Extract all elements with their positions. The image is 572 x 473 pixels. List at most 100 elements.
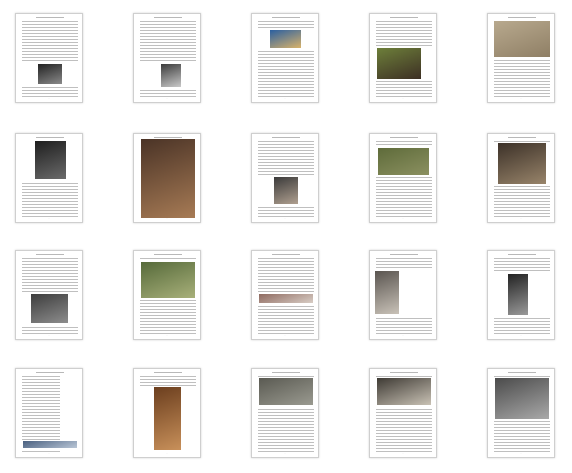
text-line	[376, 198, 432, 199]
text-line	[258, 60, 314, 61]
text-line	[258, 81, 314, 82]
page-photo	[154, 387, 181, 450]
page-number-mark: ·	[166, 96, 168, 100]
page-thumbnail[interactable]: ·	[15, 250, 83, 340]
text-line	[258, 412, 314, 413]
text-line	[22, 391, 60, 392]
text-line	[258, 57, 314, 58]
text-line	[258, 144, 314, 145]
page-number-mark: ·	[520, 96, 522, 100]
page-thumbnail[interactable]: ·	[15, 368, 83, 458]
text-line	[376, 264, 432, 265]
text-line	[140, 39, 196, 40]
text-line	[376, 376, 432, 377]
text-line	[376, 201, 432, 202]
text-line	[376, 33, 432, 34]
text-line	[258, 93, 314, 94]
text-line	[258, 78, 314, 79]
page-thumbnail[interactable]: ·	[487, 133, 555, 223]
page-photo	[378, 148, 429, 175]
text-line	[258, 213, 314, 214]
text-line	[22, 27, 78, 28]
page-thumbnail[interactable]: ·	[251, 368, 319, 458]
page-thumbnail[interactable]: ·	[133, 13, 201, 103]
text-line	[140, 90, 196, 91]
page-header-line	[36, 254, 64, 255]
page-thumbnail[interactable]: ·	[369, 250, 437, 340]
text-line	[494, 207, 550, 208]
text-line	[494, 433, 550, 434]
page-thumbnail[interactable]: ·	[251, 250, 319, 340]
page-header-line	[508, 372, 536, 373]
text-line	[376, 177, 432, 178]
text-line	[376, 141, 432, 142]
page-thumbnail[interactable]: ·	[15, 13, 83, 103]
page-thumbnail[interactable]: ·	[487, 13, 555, 103]
page-thumbnail[interactable]: ·	[133, 368, 201, 458]
text-line	[376, 421, 432, 422]
text-line	[494, 318, 550, 319]
text-line	[258, 276, 314, 277]
text-line	[22, 379, 60, 380]
text-line	[258, 427, 314, 428]
text-line	[258, 288, 314, 289]
text-line	[258, 376, 314, 377]
text-line	[22, 388, 60, 389]
text-line	[258, 270, 314, 271]
page-thumbnail[interactable]: ·	[369, 13, 437, 103]
page-thumbnail[interactable]: ·	[369, 133, 437, 223]
text-line	[376, 439, 432, 440]
page-thumbnail[interactable]: ·	[251, 13, 319, 103]
text-line	[494, 198, 550, 199]
text-line	[494, 321, 550, 322]
text-line	[376, 412, 432, 413]
text-line	[376, 430, 432, 431]
text-line	[22, 436, 60, 437]
text-line	[22, 439, 60, 440]
text-line	[258, 210, 314, 211]
text-line	[258, 282, 314, 283]
text-line	[258, 415, 314, 416]
text-line	[140, 309, 196, 310]
text-line	[376, 144, 432, 145]
text-line	[140, 21, 196, 22]
text-line	[494, 72, 550, 73]
text-line	[494, 330, 550, 331]
text-line	[494, 93, 550, 94]
text-line	[258, 448, 314, 449]
page-number-mark: ·	[402, 333, 404, 337]
text-line	[258, 433, 314, 434]
page-thumbnail[interactable]: ·	[487, 368, 555, 458]
text-line	[494, 327, 550, 328]
text-line	[376, 442, 432, 443]
text-line	[494, 84, 550, 85]
page-photo	[141, 262, 195, 298]
page-thumbnail[interactable]: ·	[369, 368, 437, 458]
text-line	[258, 291, 314, 292]
page-header-line	[272, 254, 300, 255]
text-line	[494, 192, 550, 193]
text-line	[140, 60, 196, 61]
page-thumbnail[interactable]: ·	[251, 133, 319, 223]
page-number-mark: ·	[48, 216, 50, 220]
text-line	[22, 39, 78, 40]
text-line	[22, 87, 78, 88]
text-line	[140, 33, 196, 34]
page-thumbnail[interactable]: ·	[133, 133, 201, 223]
text-line	[494, 195, 550, 196]
text-line	[258, 69, 314, 70]
page-thumbnail[interactable]: ·	[15, 133, 83, 223]
text-line	[140, 303, 196, 304]
text-line	[22, 60, 78, 61]
page-thumbnail[interactable]: ·	[487, 250, 555, 340]
text-line	[494, 78, 550, 79]
page-thumbnail[interactable]: ·	[133, 250, 201, 340]
text-line	[376, 45, 432, 46]
text-line	[140, 306, 196, 307]
page-header-line	[272, 17, 300, 18]
text-line	[494, 75, 550, 76]
text-line	[140, 51, 196, 52]
text-line	[22, 400, 60, 401]
text-line	[494, 267, 550, 268]
text-line	[376, 21, 432, 22]
